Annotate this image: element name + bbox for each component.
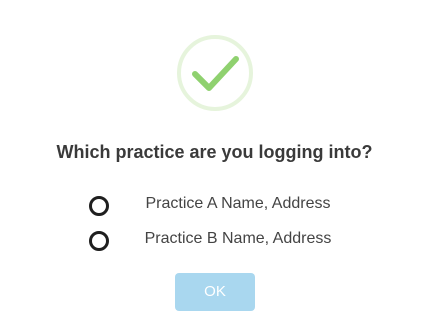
practice-select-dialog: Which practice are you logging into? Pra… bbox=[0, 0, 429, 327]
dialog-title: Which practice are you logging into? bbox=[56, 142, 373, 162]
practice-option-a[interactable]: Practice A Name, Address bbox=[0, 190, 429, 218]
ok-button[interactable]: OK bbox=[175, 273, 255, 311]
practice-option-b[interactable]: Practice B Name, Address bbox=[0, 225, 429, 253]
checkmark-success-icon bbox=[175, 33, 255, 113]
practice-b-label: Practice B Name, Address bbox=[144, 230, 332, 247]
practice-a-label: Practice A Name, Address bbox=[145, 195, 331, 212]
practice-a-radio[interactable] bbox=[89, 196, 109, 216]
practice-b-radio[interactable] bbox=[89, 231, 109, 251]
